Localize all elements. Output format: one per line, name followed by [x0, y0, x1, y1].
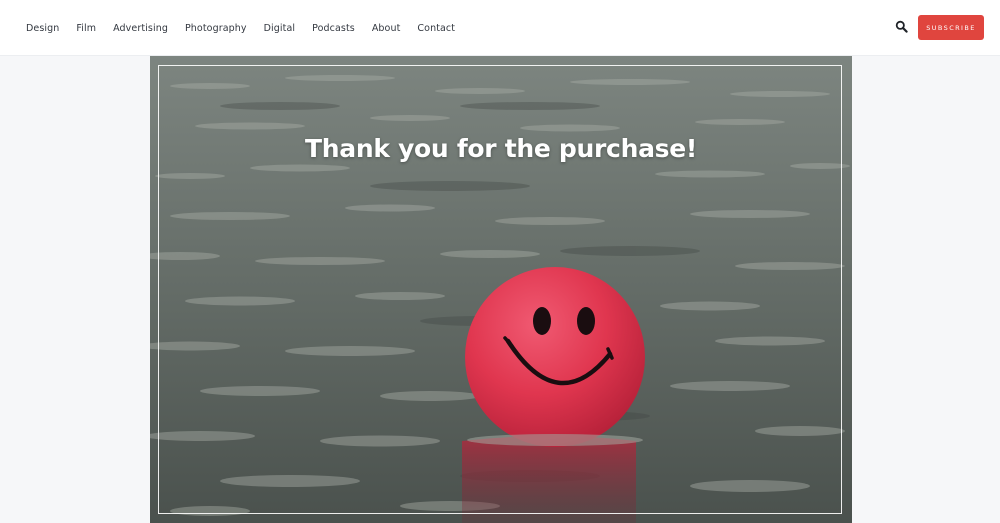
- nav-item-design[interactable]: Design: [26, 23, 59, 34]
- hero-banner: Thank you for the purchase!: [150, 56, 852, 523]
- nav-item-photography[interactable]: Photography: [185, 23, 247, 34]
- site-header: Design Film Advertising Photography Digi…: [0, 0, 1000, 56]
- nav-item-digital[interactable]: Digital: [264, 23, 296, 34]
- nav-item-advertising[interactable]: Advertising: [113, 23, 168, 34]
- subscribe-button[interactable]: SUBSCRIBE: [918, 15, 984, 40]
- nav-item-podcasts[interactable]: Podcasts: [312, 23, 355, 34]
- nav-item-about[interactable]: About: [372, 23, 401, 34]
- main-nav: Design Film Advertising Photography Digi…: [26, 0, 472, 56]
- hero-frame: [158, 65, 842, 514]
- nav-item-contact[interactable]: Contact: [417, 23, 455, 34]
- nav-item-film[interactable]: Film: [76, 23, 96, 34]
- search-icon[interactable]: [894, 19, 910, 35]
- hero-title: Thank you for the purchase!: [305, 134, 697, 163]
